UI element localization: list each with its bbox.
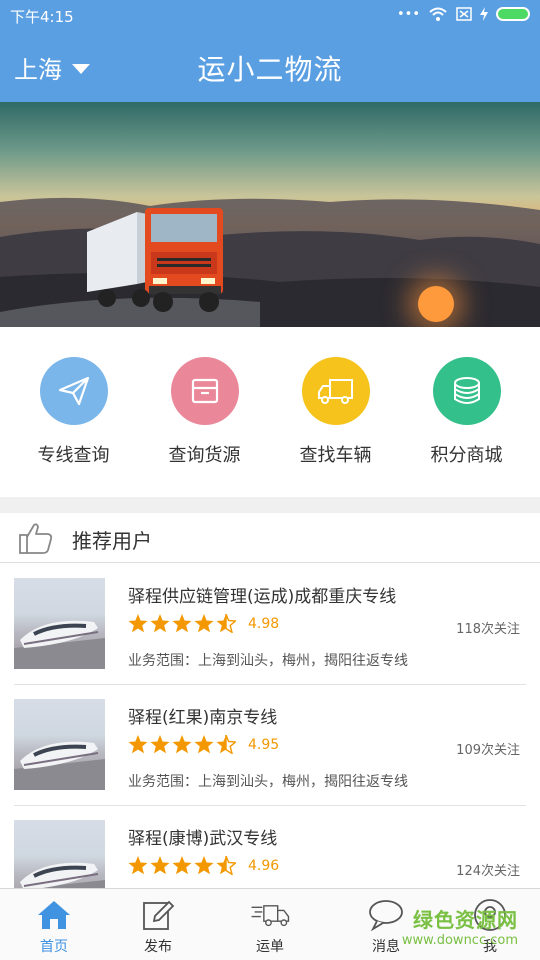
half-star-icon [216, 614, 236, 633]
watermark-text: 绿色资源网 [413, 908, 518, 932]
train-thumbnail [14, 699, 105, 790]
tab-waybill[interactable]: 运单 [216, 897, 324, 956]
item-name: 驿程(红果)南京专线 [128, 708, 278, 728]
business-scope: 业务范围：上海到汕头，梅州，揭阳往返专线 [128, 653, 408, 669]
train-thumbnail [14, 578, 105, 669]
section-divider [0, 497, 540, 513]
coins-stack-icon [432, 357, 501, 425]
list-item[interactable]: 驿程供应链管理(运成)成都重庆专线 4.98 118次关注 业务范围：上海到汕头… [14, 564, 526, 685]
follow-count: 109次关注 [456, 743, 520, 758]
follow-count: 124次关注 [456, 864, 520, 879]
half-star-icon [216, 735, 236, 754]
truck-illustration [87, 208, 223, 312]
truck-icon [301, 357, 370, 425]
quick-item-label: 积分商城 [430, 445, 503, 466]
star-icon [172, 856, 192, 875]
banner-carousel[interactable] [0, 102, 540, 327]
star-rating: 4.95 [128, 735, 279, 754]
tab-label: 发布 [144, 939, 172, 955]
watermark-url: www.downcc.com [401, 933, 518, 948]
paper-plane-icon [39, 357, 108, 425]
page-title: 运小二物流 [197, 53, 343, 86]
item-name: 驿程(康博)武汉专线 [128, 829, 278, 849]
half-star-icon [216, 856, 236, 875]
tab-publish[interactable]: 发布 [104, 897, 212, 956]
star-icon [150, 614, 170, 633]
charging-icon [480, 7, 488, 21]
app-header: 上海 运小二物流 [0, 32, 540, 102]
tab-label: 首页 [40, 939, 68, 955]
star-icon [150, 856, 170, 875]
quick-item-label: 查询货源 [168, 445, 241, 466]
status-bar: 下午4:15 ••• [0, 0, 540, 32]
rating-value: 4.98 [248, 615, 280, 632]
list-item[interactable]: 驿程(红果)南京专线 4.95 109次关注 业务范围：上海到汕头，梅州，揭阳往… [14, 685, 526, 806]
quick-menu: 专线查询 查询货源 查找车辆 积分商城 [0, 327, 540, 497]
star-icon [150, 735, 170, 754]
follow-count: 118次关注 [456, 622, 520, 637]
star-rating: 4.98 [128, 614, 279, 633]
star-icon [194, 614, 214, 633]
status-time: 下午4:15 [10, 8, 74, 26]
star-icon [194, 856, 214, 875]
wifi-icon [429, 7, 447, 21]
quick-item-vehicle-search[interactable]: 查找车辆 [268, 357, 403, 467]
quick-item-label: 查找车辆 [299, 445, 372, 466]
battery-icon [496, 7, 530, 21]
box-icon [170, 357, 239, 425]
quick-item-label: 专线查询 [37, 445, 110, 466]
thumbs-up-icon [19, 523, 53, 554]
item-name: 驿程供应链管理(运成)成都重庆专线 [128, 587, 397, 607]
watermark: 绿色资源网 www.downcc.com [402, 904, 518, 948]
star-rating: 4.96 [128, 856, 279, 875]
home-icon [34, 897, 74, 933]
quick-item-cargo-search[interactable]: 查询货源 [137, 357, 272, 467]
delivery-truck-icon [250, 897, 290, 933]
section-title: 推荐用户 [72, 529, 152, 553]
star-icon [128, 735, 148, 754]
tab-home[interactable]: 首页 [0, 897, 108, 956]
star-icon [172, 735, 192, 754]
recommend-header: 推荐用户 [0, 513, 540, 563]
tab-label: 运单 [256, 939, 284, 955]
sun-graphic [418, 286, 454, 322]
more-dots-icon: ••• [396, 6, 420, 22]
star-icon [128, 614, 148, 633]
chat-bubble-icon [366, 897, 406, 933]
rating-value: 4.95 [248, 736, 280, 753]
sim-disabled-icon [456, 7, 472, 21]
star-icon [172, 614, 192, 633]
banner-image [0, 197, 540, 327]
rating-value: 4.96 [248, 857, 280, 874]
star-icon [128, 856, 148, 875]
status-icons: ••• [397, 6, 530, 22]
star-icon [194, 735, 214, 754]
business-scope: 业务范围：上海到汕头，梅州，揭阳往返专线 [128, 774, 408, 790]
edit-icon [138, 897, 178, 933]
quick-item-line-search[interactable]: 专线查询 [6, 357, 141, 467]
quick-item-points-mall[interactable]: 积分商城 [399, 357, 534, 467]
